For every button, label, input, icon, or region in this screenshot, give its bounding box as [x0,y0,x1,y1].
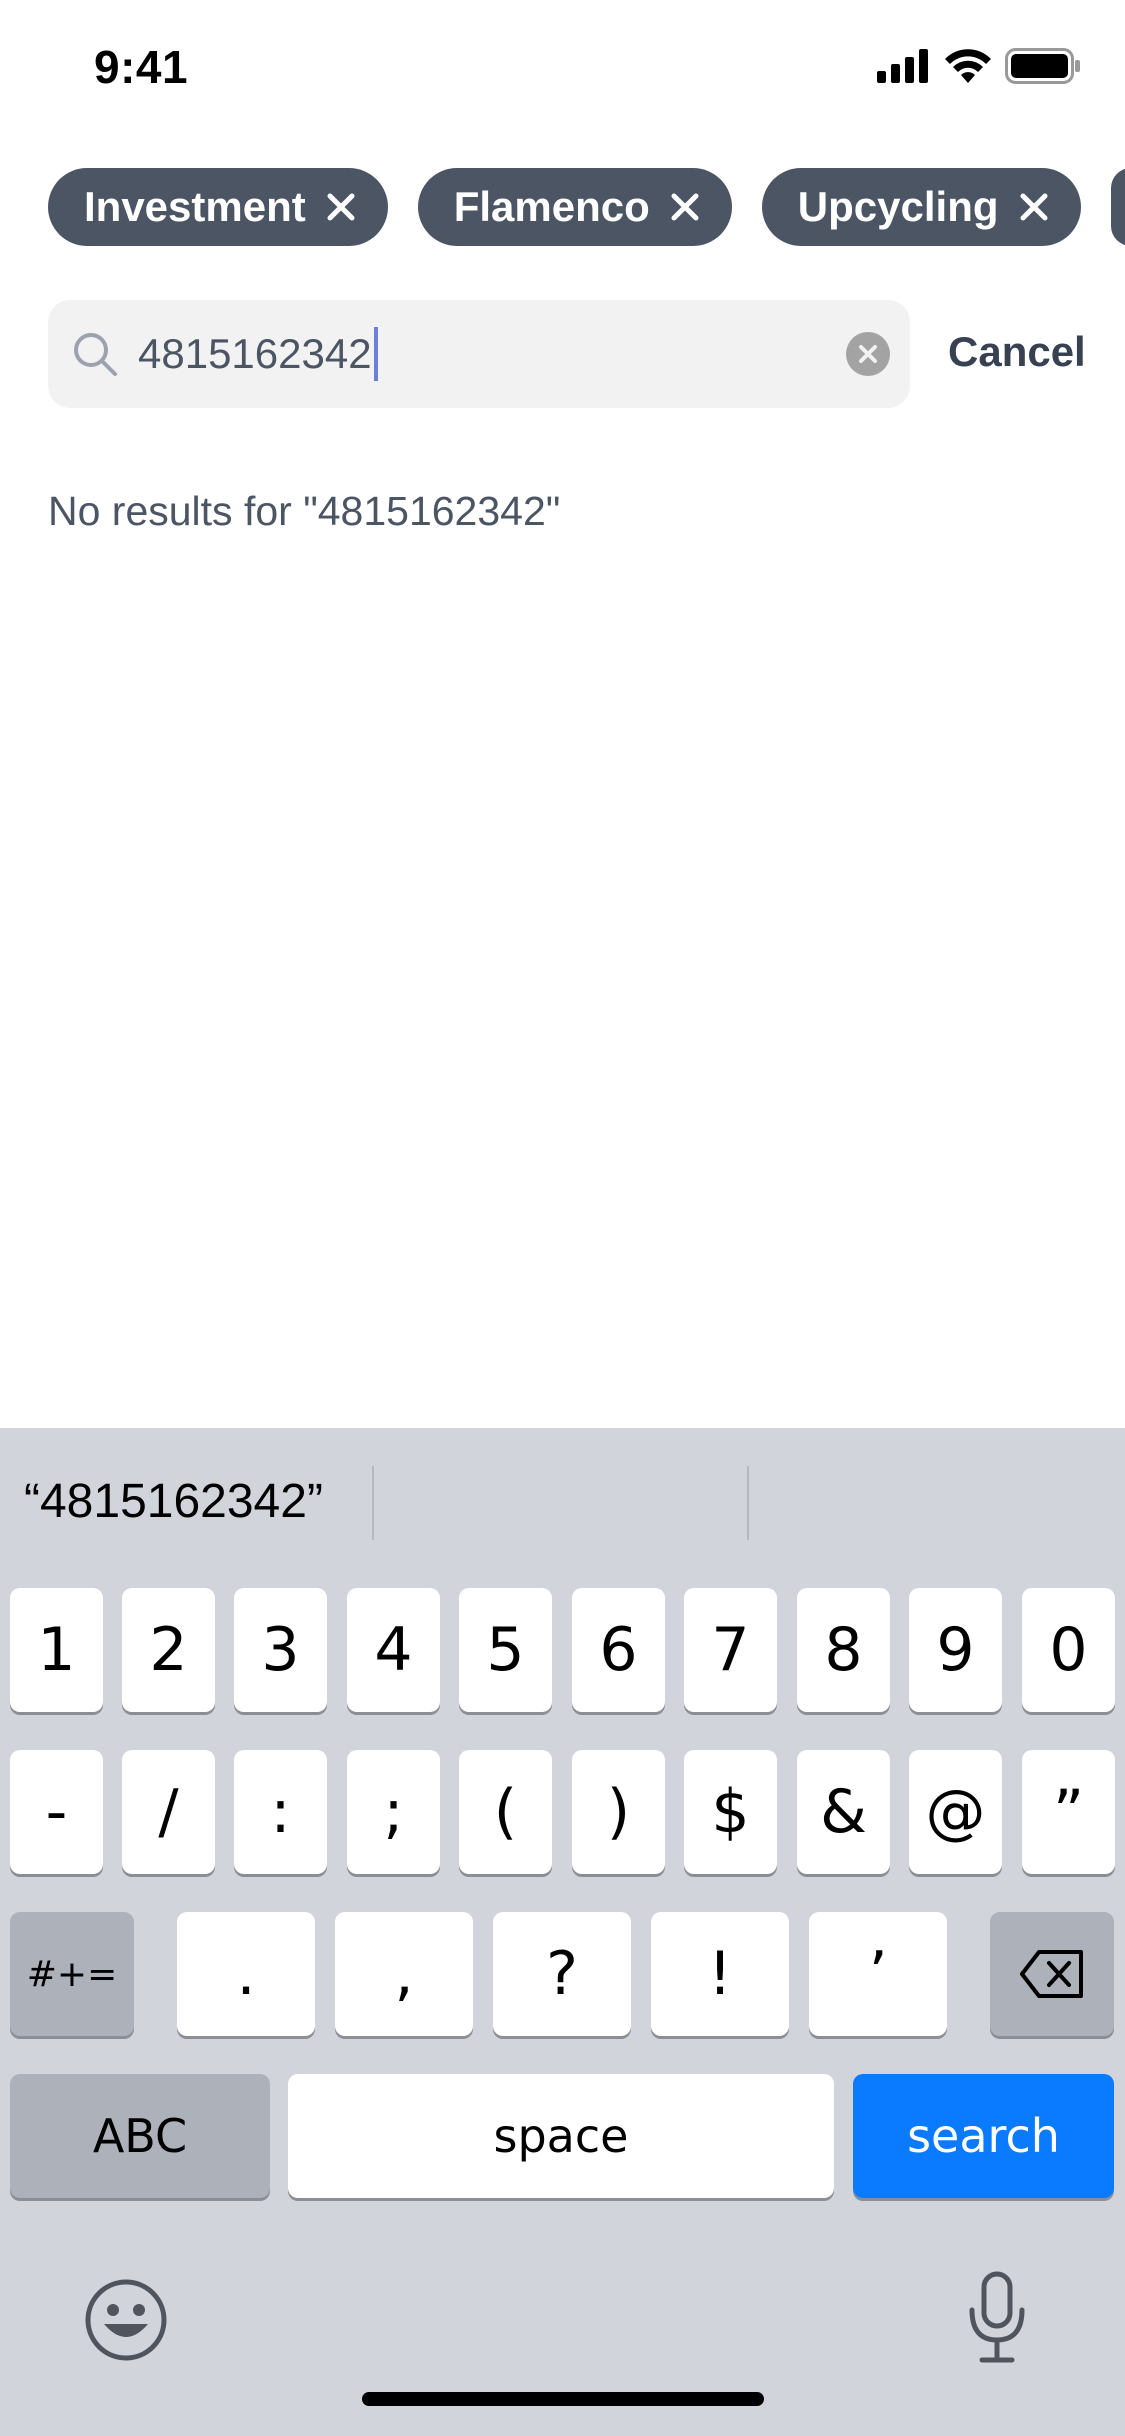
search-icon [74,333,117,376]
key-1[interactable]: 1 [10,1588,103,1712]
chip-flamenco[interactable]: Flamenco [417,168,732,246]
remove-chip-icon[interactable] [1017,190,1051,224]
key-hyphen[interactable]: - [10,1750,103,1874]
cancel-button[interactable]: Cancel [948,328,1086,376]
text-cursor [373,327,378,381]
emoji-icon[interactable] [84,2278,168,2362]
chip-label: Investment [84,183,306,230]
chip-investment[interactable]: Investment [48,168,388,246]
key-2[interactable]: 2 [122,1588,215,1712]
key-exclamation[interactable]: ! [651,1912,789,2036]
key-slash[interactable]: / [122,1750,215,1874]
remove-chip-icon[interactable] [668,190,702,224]
cellular-signal-icon [877,49,928,83]
home-indicator[interactable] [362,2392,764,2406]
no-results-message: No results for "4815162342" [48,488,561,534]
key-8[interactable]: 8 [797,1588,890,1712]
suggestion-bar: “4815162342” [0,1428,1125,1578]
search-input[interactable]: 4815162342 [138,327,378,381]
key-colon[interactable]: : [234,1750,327,1874]
search-field[interactable]: 4815162342 [48,300,910,408]
delete-key[interactable] [990,1912,1114,2036]
key-ampersand[interactable]: & [797,1750,890,1874]
battery-icon [1005,48,1080,84]
search-key[interactable]: search [853,2074,1114,2198]
key-open-paren[interactable]: ( [459,1750,552,1874]
status-bar: 9:41 [0,0,1125,132]
key-5[interactable]: 5 [459,1588,552,1712]
suggestion-divider [372,1466,374,1540]
key-dollar[interactable]: $ [684,1750,777,1874]
key-question[interactable]: ? [493,1912,631,2036]
wifi-icon [945,49,991,83]
key-abc[interactable]: ABC [10,2074,270,2198]
filter-chips: Investment Flamenco Upcycling [48,168,1125,246]
clear-search-icon[interactable] [846,332,890,376]
key-9[interactable]: 9 [909,1588,1002,1712]
remove-chip-icon[interactable] [324,190,358,224]
space-bar[interactable]: space [288,2074,834,2198]
key-semicolon[interactable]: ; [347,1750,440,1874]
key-at[interactable]: @ [909,1750,1002,1874]
suggestion-item[interactable]: “4815162342” [24,1474,323,1529]
microphone-icon[interactable] [966,2270,1028,2366]
chip-label: Flamenco [453,183,650,230]
key-0[interactable]: 0 [1022,1588,1115,1712]
key-quote[interactable]: ” [1022,1750,1115,1874]
key-period[interactable]: . [177,1912,315,2036]
chip-upcycling[interactable]: Upcycling [761,168,1081,246]
key-more-symbols[interactable]: #+= [10,1912,134,2036]
key-7[interactable]: 7 [684,1588,777,1712]
key-3[interactable]: 3 [234,1588,327,1712]
key-apostrophe[interactable]: ’ [809,1912,947,2036]
status-icons [877,48,1081,84]
status-time: 9:41 [94,41,189,93]
search-input-value: 4815162342 [138,330,372,377]
keyboard: “4815162342” 1 2 3 4 5 6 7 8 9 0 - / : ;… [0,1428,1125,2436]
search-screen: 9:41 Investment Flamenco Upcycling 48151… [0,0,1125,2436]
suggestion-divider [747,1466,749,1540]
backspace-icon [1020,1950,1083,1998]
chip-partial[interactable] [1110,168,1125,246]
key-close-paren[interactable]: ) [572,1750,665,1874]
key-6[interactable]: 6 [572,1588,665,1712]
key-comma[interactable]: , [335,1912,473,2036]
chip-label: Upcycling [797,183,999,230]
key-4[interactable]: 4 [347,1588,440,1712]
